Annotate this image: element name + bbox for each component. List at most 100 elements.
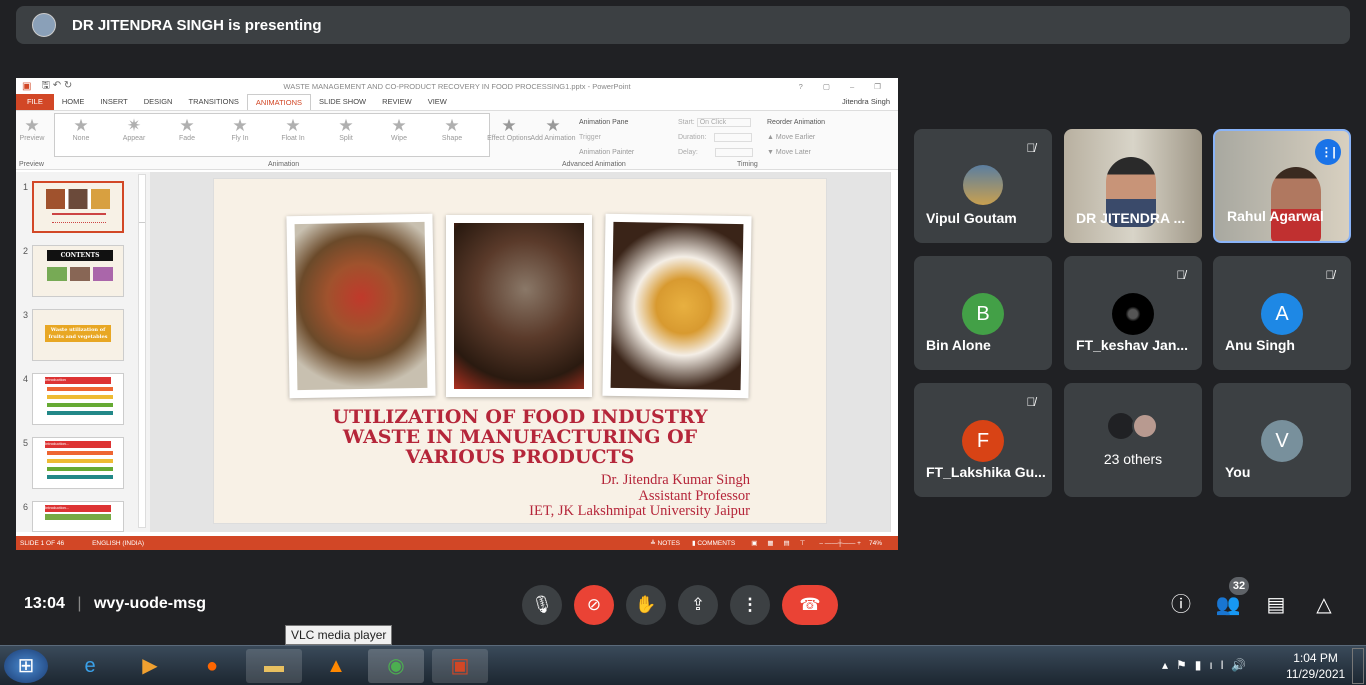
- tab-file[interactable]: FILE: [16, 94, 54, 110]
- window-controls[interactable]: ? ▢ – ❐: [799, 82, 890, 91]
- view-buttons[interactable]: ▣▦▤⊤: [751, 539, 815, 547]
- mic-button[interactable]: 🎙: [522, 585, 562, 625]
- thumbnail-slide-6[interactable]: Introduction...: [32, 501, 124, 532]
- effect-shape[interactable]: ★ Shape: [426, 117, 478, 143]
- hand-icon: ✋: [635, 595, 657, 614]
- tab-design[interactable]: DESIGN: [136, 94, 181, 110]
- system-tray-icons[interactable]: ▴⚑▮ıl🔊: [1162, 658, 1254, 672]
- mic-off-icon: 🎙̸: [1026, 395, 1036, 409]
- others-count: 23 others: [1103, 451, 1163, 467]
- media-player-taskbar-button[interactable]: ▶: [122, 649, 178, 683]
- vlc-taskbar-button[interactable]: ▲: [308, 649, 364, 683]
- people-count-badge: 32: [1229, 577, 1249, 595]
- participant-tile[interactable]: A 🎙̸ Anu Singh: [1213, 256, 1351, 370]
- chat-button[interactable]: ▤: [1261, 590, 1291, 620]
- meeting-details-button[interactable]: ⓘ: [1166, 590, 1196, 620]
- raise-hand-button[interactable]: ✋: [626, 585, 666, 625]
- thumbnail-scrollbar[interactable]: [138, 174, 146, 528]
- thumbnail-slide-5[interactable]: Introduction...: [32, 437, 124, 489]
- add-animation-button[interactable]: ★ Add Animation: [528, 117, 578, 143]
- presenter-avatar: [32, 13, 56, 37]
- presenter-text: DR JITENDRA SINGH is presenting: [72, 16, 322, 34]
- more-vert-icon: ⋮: [741, 595, 759, 614]
- notes-button[interactable]: ≜ NOTES: [650, 539, 680, 547]
- effect-fade[interactable]: ★ Fade: [161, 117, 213, 143]
- duration-label: Duration:: [678, 134, 707, 141]
- chrome-taskbar-button[interactable]: ◉: [368, 649, 424, 683]
- firefox-taskbar-button[interactable]: ●: [184, 649, 240, 683]
- avatar: B: [962, 293, 1004, 335]
- zoom-slider[interactable]: – ——┼—— +: [819, 540, 861, 547]
- effect-float-in[interactable]: ★ Float In: [267, 117, 319, 143]
- animation-pane-button[interactable]: Animation Pane: [579, 115, 634, 130]
- thumbnail-slide-1[interactable]: [32, 181, 124, 233]
- participant-tile[interactable]: DR JITENDRA ...: [1064, 129, 1202, 243]
- trigger-button[interactable]: Trigger: [579, 130, 634, 145]
- language[interactable]: ENGLISH (INDIA): [92, 540, 144, 547]
- effect-fly-in[interactable]: ★ Fly In: [214, 117, 266, 143]
- participant-tile[interactable]: 🎙̸ Vipul Goutam: [914, 129, 1052, 243]
- tooltip: VLC media player: [285, 625, 393, 645]
- ribbon-tabs: FILE HOME INSERT DESIGN TRANSITIONS ANIM…: [16, 94, 898, 110]
- start-label: Start:: [678, 119, 695, 126]
- show-desktop-button[interactable]: [1352, 648, 1364, 684]
- delay-input[interactable]: [714, 148, 753, 157]
- tab-view[interactable]: VIEW: [420, 94, 455, 110]
- start-select[interactable]: On Click: [696, 118, 752, 127]
- start-button[interactable]: ⊞: [4, 649, 48, 683]
- media-player-icon: ▶: [142, 655, 158, 677]
- tab-slide-show[interactable]: SLIDE SHOW: [311, 94, 374, 110]
- tab-review[interactable]: REVIEW: [374, 94, 420, 110]
- tab-animations[interactable]: ANIMATIONS: [246, 94, 312, 110]
- participant-tile[interactable]: 🎙̸ FT_keshav Jan...: [1064, 256, 1202, 370]
- explorer-taskbar-button[interactable]: ▬: [246, 649, 302, 683]
- tab-insert[interactable]: INSERT: [92, 94, 135, 110]
- star-icon: ★: [24, 116, 40, 135]
- ie-taskbar-button[interactable]: e: [62, 649, 118, 683]
- clock[interactable]: 1:04 PM 11/29/2021: [1286, 650, 1345, 682]
- current-slide[interactable]: UTILIZATION OF FOOD INDUSTRY WASTE IN MA…: [213, 178, 827, 524]
- participant-tile[interactable]: ⋮| Rahul Agarwal: [1213, 129, 1351, 243]
- speaking-indicator-icon: ⋮|: [1315, 139, 1341, 165]
- folder-icon: ▬: [264, 655, 284, 677]
- duration-input[interactable]: [714, 133, 753, 142]
- move-earlier-button[interactable]: ▲ Move Earlier: [767, 130, 825, 145]
- tab-transitions[interactable]: TRANSITIONS: [180, 94, 246, 110]
- participant-name: Anu Singh: [1225, 337, 1295, 353]
- slide-scrollbar[interactable]: [890, 172, 898, 532]
- slide-count: SLIDE 1 OF 46: [20, 539, 65, 547]
- firefox-icon: ●: [205, 655, 219, 677]
- thumbnail-slide-3[interactable]: Waste utilization of fruits and vegetabl…: [32, 309, 124, 361]
- participant-tile[interactable]: F 🎙̸ FT_Lakshika Gu...: [914, 383, 1052, 497]
- mic-icon: 🎙: [531, 595, 553, 614]
- others-tile[interactable]: 23 others: [1064, 383, 1202, 497]
- comments-button[interactable]: ▮ COMMENTS: [692, 539, 735, 547]
- thumbnail-slide-2[interactable]: CONTENTS: [32, 245, 124, 297]
- activities-button[interactable]: △: [1309, 590, 1339, 620]
- more-options-button[interactable]: ⋮: [730, 585, 770, 625]
- taskbar: ⊞ e ▶ ● ▬ ▲ ◉ ▣ ▴⚑▮ıl🔊 1:04 PM 11/29/202…: [0, 645, 1366, 685]
- animation-painter-button[interactable]: Animation Painter: [579, 145, 634, 160]
- thumbnail-slide-4[interactable]: Introduction: [32, 373, 124, 425]
- effect-split[interactable]: ★ Split: [320, 117, 372, 143]
- leave-call-button[interactable]: ☎: [782, 585, 838, 625]
- delay-label: Delay:: [678, 149, 698, 156]
- effect-wipe[interactable]: ★ Wipe: [373, 117, 425, 143]
- participant-tile[interactable]: B Bin Alone: [914, 256, 1052, 370]
- participant-tile-self[interactable]: V You: [1213, 383, 1351, 497]
- powerpoint-taskbar-button[interactable]: ▣: [432, 649, 488, 683]
- avatar: F: [962, 420, 1004, 462]
- tab-home[interactable]: HOME: [54, 94, 93, 110]
- camera-button[interactable]: ⊘: [574, 585, 614, 625]
- user-name[interactable]: Jitendra Singh: [834, 94, 898, 110]
- present-button[interactable]: ⇪: [678, 585, 718, 625]
- move-later-button[interactable]: ▼ Move Later: [767, 145, 825, 160]
- effect-appear[interactable]: ✷ Appear: [108, 117, 160, 143]
- status-bar: SLIDE 1 OF 46 ENGLISH (INDIA) ≜ NOTES ▮ …: [16, 536, 898, 550]
- preview-button[interactable]: ★ Preview: [6, 116, 58, 143]
- effect-options-button[interactable]: ★ Effect Options: [484, 117, 534, 143]
- zoom-level[interactable]: 74%: [869, 540, 882, 547]
- effect-none[interactable]: ★ None: [55, 117, 107, 143]
- presenter-bar: DR JITENDRA SINGH is presenting: [16, 6, 1350, 44]
- present-icon: ⇪: [690, 595, 706, 614]
